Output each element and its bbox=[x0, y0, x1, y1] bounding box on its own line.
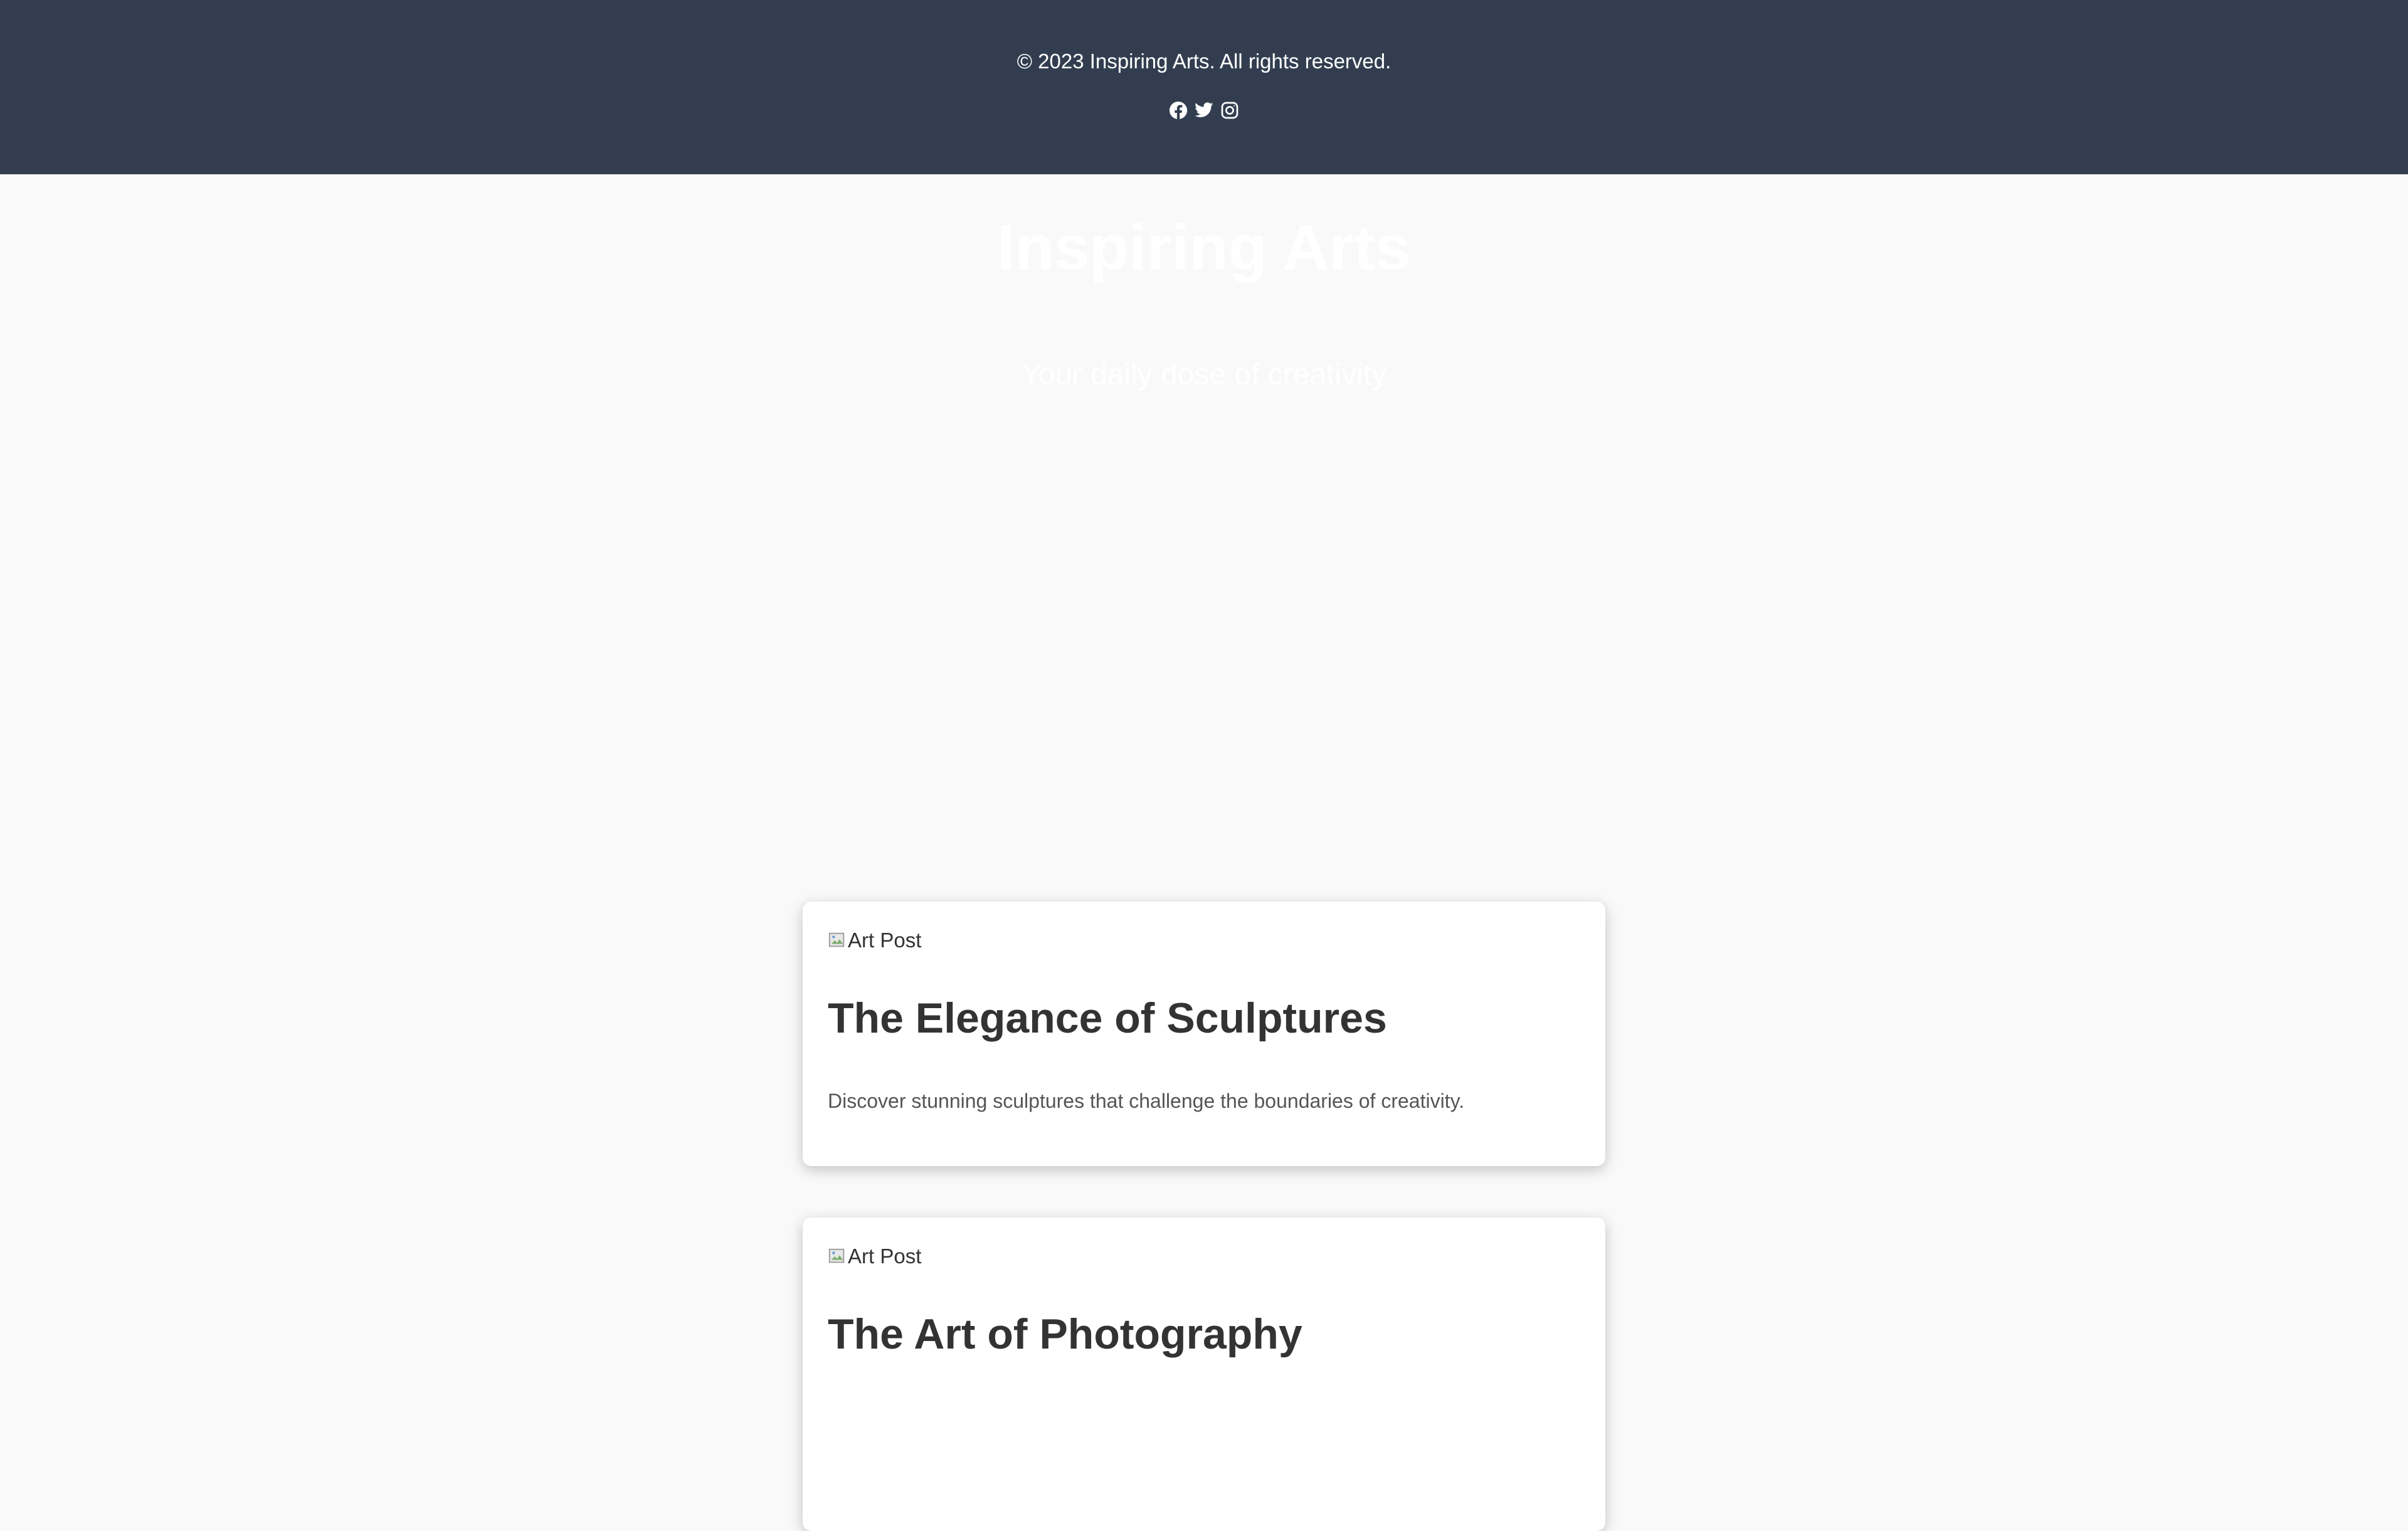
post-image-alt: Art Post bbox=[848, 929, 922, 952]
broken-image-icon bbox=[828, 931, 847, 950]
hero-title: Inspiring Arts bbox=[997, 212, 1411, 283]
post-image[interactable]: Art Post bbox=[828, 927, 1580, 954]
instagram-icon[interactable] bbox=[1220, 100, 1240, 120]
post-title[interactable]: The Art of Photography bbox=[828, 1308, 1580, 1360]
hero-subtitle: Your daily dose of creativity bbox=[1021, 358, 1387, 391]
post-image[interactable]: Art Post bbox=[828, 1243, 1580, 1270]
twitter-icon[interactable] bbox=[1194, 100, 1214, 120]
post-title[interactable]: The Elegance of Sculptures bbox=[828, 992, 1580, 1044]
social-links bbox=[0, 100, 2408, 123]
broken-image-icon bbox=[828, 1247, 847, 1266]
post-image-alt: Art Post bbox=[848, 1244, 922, 1268]
copyright-text: © 2023 Inspiring Arts. All rights reserv… bbox=[1017, 50, 1391, 73]
post-card[interactable]: Art Post The Art of Photography bbox=[803, 1218, 1605, 1531]
facebook-icon[interactable] bbox=[1168, 100, 1188, 120]
footer-bar: © 2023 Inspiring Arts. All rights reserv… bbox=[0, 0, 2408, 174]
post-excerpt: Discover stunning sculptures that challe… bbox=[828, 1090, 1465, 1112]
post-card[interactable]: Art Post The Elegance of Sculptures Disc… bbox=[803, 902, 1605, 1166]
